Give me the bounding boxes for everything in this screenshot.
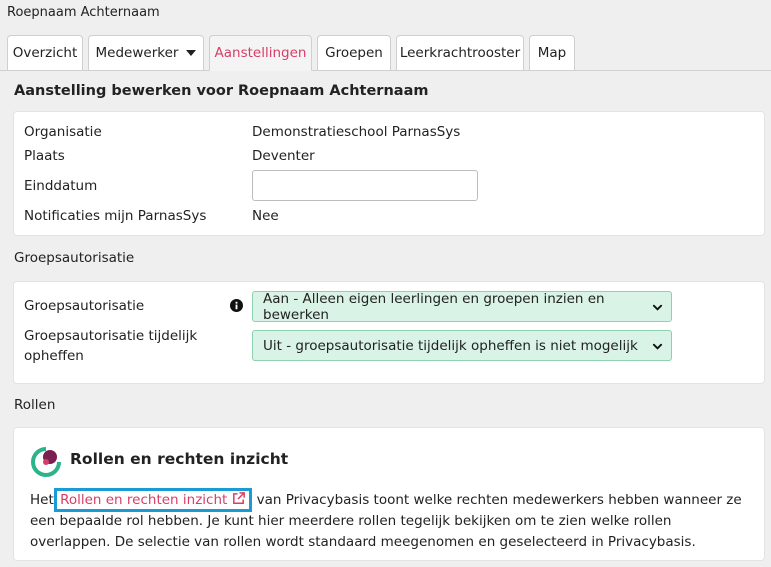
tijdelijk-opheffen-select[interactable]: Uit - groepsautorisatie tijdelijk opheff… <box>252 330 672 361</box>
einddatum-label: Einddatum <box>24 178 98 194</box>
tab-bar: Overzicht Medewerker Aanstellingen Groep… <box>0 35 771 71</box>
privacybasis-logo <box>31 446 62 477</box>
organisatie-value: Demonstratieschool ParnasSys <box>252 124 461 140</box>
groepsautorisatie-select[interactable]: Aan - Alleen eigen leerlingen en groepen… <box>252 290 672 323</box>
tab-overzicht[interactable]: Overzicht <box>7 35 83 71</box>
rollen-link-label: Rollen en rechten inzicht <box>60 492 228 508</box>
page-title: Roepnaam Achternaam <box>7 5 160 20</box>
notificaties-value: Nee <box>252 208 279 224</box>
tab-leerkrachtrooster[interactable]: Leerkrachtrooster <box>396 35 524 71</box>
tab-label: Map <box>537 45 567 61</box>
caret-down-icon <box>186 50 197 56</box>
tijdelijk-opheffen-select-value: Uit - groepsautorisatie tijdelijk opheff… <box>263 337 638 354</box>
info-icon[interactable] <box>230 299 243 312</box>
external-link-icon <box>233 492 246 504</box>
chevron-down-icon <box>652 304 663 311</box>
tab-label: Aanstellingen <box>214 45 307 61</box>
plaats-value: Deventer <box>252 148 315 164</box>
tab-label: Overzicht <box>12 45 78 61</box>
notificaties-label: Notificaties mijn ParnasSys <box>24 208 207 224</box>
chevron-down-icon <box>652 343 663 350</box>
groepsautorisatie-label: Groepsautorisatie <box>24 298 145 314</box>
plaats-label: Plaats <box>24 148 65 164</box>
tijdelijk-opheffen-label: Groepsautorisatie tijdelijk opheffen <box>24 328 198 364</box>
rollen-card: Rollen en rechten inzicht Het Rollen en … <box>14 428 764 560</box>
rollen-heading: Rollen <box>14 397 56 413</box>
rollen-rechten-link[interactable]: Rollen en rechten inzicht <box>54 488 253 512</box>
tab-label: Leerkrachtrooster <box>399 45 521 61</box>
einddatum-input[interactable] <box>252 170 478 201</box>
rollen-description: Het Rollen en rechten inzicht van Privac… <box>30 488 745 553</box>
tab-map[interactable]: Map <box>529 35 575 71</box>
aanstelling-card: Organisatie Demonstratieschool ParnasSys… <box>14 112 764 235</box>
aanstelling-heading: Aanstelling bewerken voor Roepnaam Achte… <box>14 83 429 99</box>
groepsautorisatie-card: Groepsautorisatie Aan - Alleen eigen lee… <box>14 282 764 383</box>
groepsautorisatie-heading: Groepsautorisatie <box>14 250 135 266</box>
groepsautorisatie-select-value: Aan - Alleen eigen leerlingen en groepen… <box>263 290 605 323</box>
tab-groepen[interactable]: Groepen <box>317 35 391 71</box>
tab-aanstellingen[interactable]: Aanstellingen <box>209 35 312 71</box>
rollen-card-title: Rollen en rechten inzicht <box>70 450 289 468</box>
rollen-text-before: Het <box>30 492 54 508</box>
tab-label: Groepen <box>325 45 383 61</box>
tab-medewerker[interactable]: Medewerker <box>88 35 204 71</box>
organisatie-label: Organisatie <box>24 124 102 140</box>
tab-label: Medewerker <box>95 45 179 61</box>
